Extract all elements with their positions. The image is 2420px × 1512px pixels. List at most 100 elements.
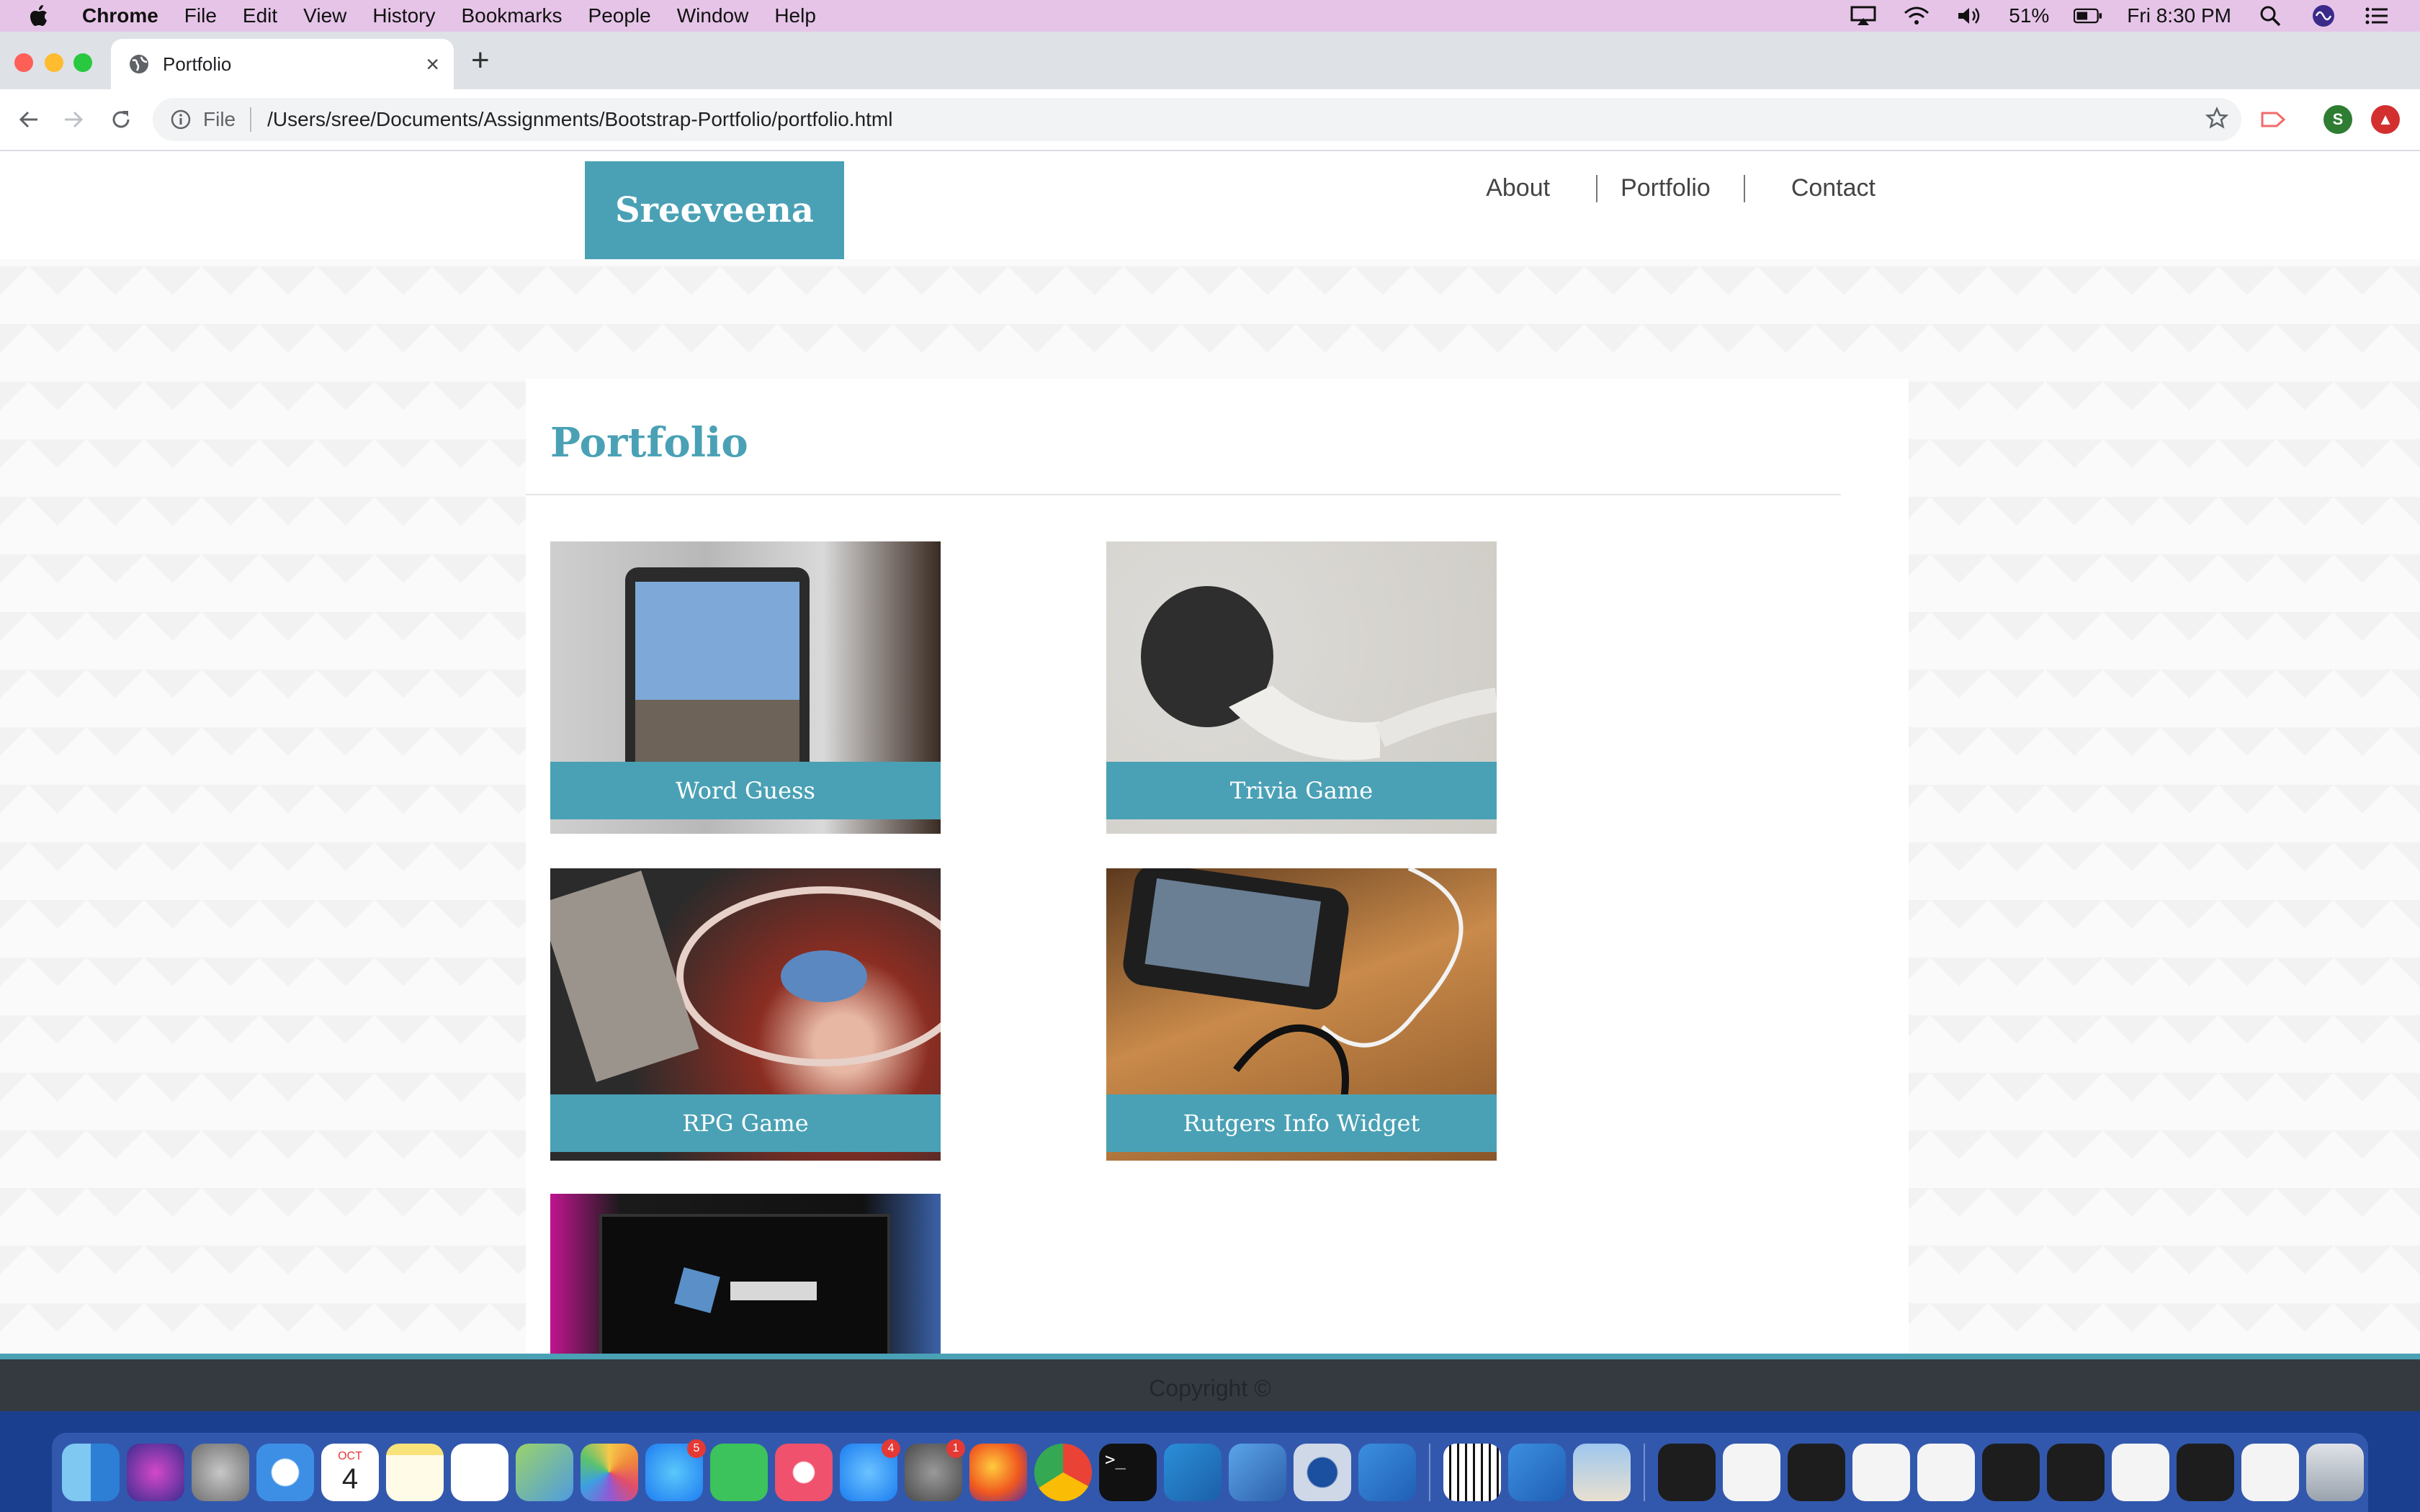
system-preferences-badge: 1	[946, 1439, 965, 1458]
project-card-rpg-game[interactable]: RPG Game	[550, 868, 941, 1161]
project-caption[interactable]: RPG Game	[550, 1094, 941, 1152]
preview-icon[interactable]	[1573, 1444, 1631, 1501]
terminal-icon[interactable]: >_	[1099, 1444, 1157, 1501]
menu-file[interactable]: File	[184, 4, 217, 27]
nav-link-about[interactable]: About	[1486, 174, 1550, 202]
portfolio-content: Portfolio Word Guess Trivia Game RPG Gam…	[526, 379, 1909, 1411]
xcode-icon[interactable]	[1229, 1444, 1286, 1501]
window-zoom-button[interactable]	[73, 53, 92, 72]
nav-link-contact[interactable]: Contact	[1791, 174, 1876, 202]
siri-icon[interactable]	[2309, 5, 2338, 27]
globe-icon	[130, 55, 148, 73]
menu-history[interactable]: History	[372, 4, 435, 27]
page-viewport: Sreeveena About Portfolio Contact Portfo…	[0, 151, 2420, 1411]
minimized-window-thumbnail[interactable]	[2241, 1444, 2299, 1501]
site-brand[interactable]: Sreeveena	[585, 161, 844, 259]
dock-separator	[1429, 1444, 1430, 1501]
project-card-rutgers-info-widget[interactable]: Rutgers Info Widget	[1106, 868, 1497, 1161]
minimized-window-thumbnail[interactable]	[1723, 1444, 1780, 1501]
app-store-icon[interactable]: 4	[840, 1439, 900, 1501]
bookmark-star-icon[interactable]	[2201, 102, 2233, 134]
minimized-window-thumbnail[interactable]	[2177, 1444, 2234, 1501]
window-close-button[interactable]	[14, 53, 33, 72]
menu-view[interactable]: View	[303, 4, 346, 27]
vscode-insiders-icon[interactable]	[1358, 1444, 1416, 1501]
quicktime-icon[interactable]	[1294, 1444, 1351, 1501]
minimized-window-thumbnail[interactable]	[1982, 1444, 2040, 1501]
macos-menubar: Chrome File Edit View History Bookmarks …	[0, 0, 2420, 32]
dock-separator	[1644, 1444, 1645, 1501]
messages-badge: 5	[687, 1439, 706, 1458]
nav-link-portfolio[interactable]: Portfolio	[1621, 174, 1711, 202]
launchpad-icon[interactable]	[192, 1444, 249, 1501]
system-preferences-icon[interactable]: 1	[905, 1439, 965, 1501]
site-navbar	[0, 151, 2420, 259]
vscode-icon[interactable]	[1164, 1444, 1222, 1501]
menubar-clock[interactable]: Fri 8:30 PM	[2127, 4, 2231, 27]
project-card-word-guess[interactable]: Word Guess	[550, 541, 941, 834]
minimized-window-thumbnail[interactable]	[1658, 1444, 1716, 1501]
calendar-day: 4	[341, 1462, 359, 1495]
minimized-window-thumbnail[interactable]	[2047, 1444, 2105, 1501]
battery-percent: 51%	[2009, 4, 2050, 27]
firefox-icon[interactable]	[969, 1444, 1027, 1501]
tab-portfolio[interactable]: Portfolio ×	[111, 39, 454, 89]
chrome-icon[interactable]	[1034, 1444, 1092, 1501]
menu-people[interactable]: People	[588, 4, 651, 27]
window-minimize-button[interactable]	[45, 53, 63, 72]
extension-alert-icon[interactable]: ▲	[2371, 105, 2400, 134]
reminders-icon[interactable]	[451, 1444, 508, 1501]
project-caption[interactable]: Word Guess	[550, 762, 941, 819]
menu-edit[interactable]: Edit	[243, 4, 277, 27]
minimized-window-thumbnail[interactable]	[1788, 1444, 1845, 1501]
tab-title: Portfolio	[163, 53, 232, 75]
notification-center-icon[interactable]	[2362, 5, 2391, 27]
siri-dock-icon[interactable]	[127, 1444, 184, 1501]
project-card-trivia-game[interactable]: Trivia Game	[1106, 541, 1497, 834]
volume-icon[interactable]	[1955, 5, 1984, 27]
page-title: Portfolio	[550, 419, 748, 467]
spotlight-search-icon[interactable]	[2256, 5, 2285, 27]
itunes-icon[interactable]	[775, 1444, 833, 1501]
menu-app-chrome[interactable]: Chrome	[82, 4, 158, 27]
omnibox-divider	[250, 107, 252, 132]
finder-icon[interactable]	[62, 1444, 120, 1501]
address-bar[interactable]: File /Users/sree/Documents/Assignments/B…	[153, 98, 2241, 141]
piano-app-icon[interactable]	[1443, 1444, 1501, 1501]
battery-icon[interactable]	[2074, 5, 2102, 27]
project-caption[interactable]: Rutgers Info Widget	[1106, 1094, 1497, 1152]
airplay-icon[interactable]	[1849, 5, 1878, 27]
reload-icon[interactable]	[105, 104, 137, 135]
minimized-window-thumbnail[interactable]	[1917, 1444, 1975, 1501]
wifi-icon[interactable]	[1902, 5, 1931, 27]
macos-dock: OCT 4 5 4 1 >_	[52, 1433, 2368, 1512]
site-footer: Copyright ©	[0, 1359, 2420, 1411]
notes-icon[interactable]	[386, 1444, 444, 1501]
profile-avatar[interactable]: S	[2323, 105, 2352, 134]
new-tab-button[interactable]: +	[471, 45, 490, 76]
menu-help[interactable]: Help	[774, 4, 816, 27]
facetime-icon[interactable]	[710, 1444, 768, 1501]
tab-close-icon[interactable]: ×	[426, 53, 439, 76]
photos-icon[interactable]	[581, 1444, 638, 1501]
maps-icon[interactable]	[516, 1444, 573, 1501]
calendar-icon[interactable]: OCT 4	[321, 1444, 379, 1501]
project-caption[interactable]: Trivia Game	[1106, 762, 1497, 819]
extension-cast-icon[interactable]	[2259, 105, 2287, 134]
messages-icon[interactable]: 5	[645, 1439, 706, 1501]
back-arrow-icon[interactable]	[13, 104, 45, 135]
info-icon[interactable]	[170, 109, 192, 130]
url-text[interactable]: /Users/sree/Documents/Assignments/Bootst…	[267, 108, 892, 131]
project-card-led-tv[interactable]	[550, 1194, 941, 1359]
trash-icon[interactable]	[2306, 1444, 2364, 1501]
minimized-window-thumbnail[interactable]	[1852, 1444, 1910, 1501]
apple-icon[interactable]	[29, 4, 49, 27]
forward-arrow-icon[interactable]	[58, 104, 89, 135]
site-nav-links: About Portfolio Contact	[1486, 174, 1876, 202]
url-scheme-label: File	[203, 108, 236, 130]
menu-window[interactable]: Window	[677, 4, 749, 27]
menu-bookmarks[interactable]: Bookmarks	[461, 4, 562, 27]
minimized-window-thumbnail[interactable]	[2112, 1444, 2169, 1501]
safari-icon[interactable]	[256, 1444, 314, 1501]
vscode-window-icon[interactable]	[1508, 1444, 1566, 1501]
